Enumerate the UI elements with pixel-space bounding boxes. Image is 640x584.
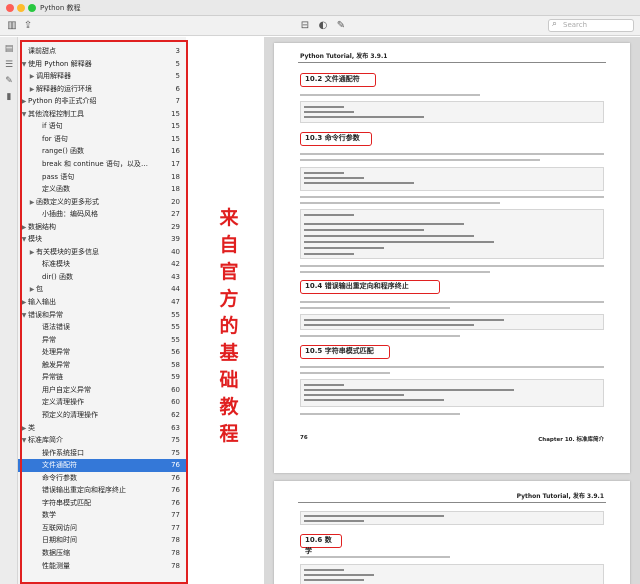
display-mode-icon[interactable]: ◐ xyxy=(316,19,330,32)
page-number: 76 xyxy=(300,435,308,441)
window-title: Python 教程 xyxy=(40,4,81,12)
bookmarks-icon[interactable]: ▮ xyxy=(3,91,15,103)
section-heading[interactable]: 10.5 字符串模式匹配 xyxy=(300,345,390,359)
thumbnails-icon[interactable]: ▤ xyxy=(3,43,15,55)
annotation-char: 来 xyxy=(219,207,239,229)
section-heading[interactable]: 10.4 错误输出重定向和程序终止 xyxy=(300,280,440,294)
zoom-out-icon[interactable]: ⊟ xyxy=(298,19,312,32)
close-window-icon[interactable] xyxy=(6,4,14,12)
page-header: Python Tutorial, 发布 3.9.1 xyxy=(516,493,604,500)
toolbar: ▥ ⇪ ⊟ ◐ ✎ ⌕ Search xyxy=(0,16,640,36)
annotation-char: 程 xyxy=(219,423,239,445)
annotations-icon[interactable]: ✎ xyxy=(3,75,15,87)
pdf-page-76: Python Tutorial, 发布 3.9.1 10.2 文件通配符 10.… xyxy=(274,43,630,473)
highlight-frame xyxy=(20,40,188,584)
chapter-footer: Chapter 10. 标准库简介 xyxy=(538,437,604,443)
annotation-text: 来自官方的基础教程 xyxy=(212,205,246,448)
annotation-char: 础 xyxy=(219,369,239,391)
markup-icon[interactable]: ✎ xyxy=(334,19,348,32)
page-header: Python Tutorial, 发布 3.9.1 xyxy=(300,53,388,60)
section-heading[interactable]: 10.6 数学 xyxy=(300,534,342,555)
pdf-page-77: Python Tutorial, 发布 3.9.1 10.6 数学 xyxy=(274,481,630,584)
annotation-char: 基 xyxy=(219,342,239,364)
toc-icon[interactable]: ☰ xyxy=(3,59,15,71)
section-heading[interactable]: 10.3 命令行参数 xyxy=(300,132,372,146)
section-heading[interactable]: 10.2 文件通配符 xyxy=(300,73,376,87)
minimize-window-icon[interactable] xyxy=(17,4,25,12)
sidebar-toggle-icon[interactable]: ▥ xyxy=(5,19,19,32)
title-bar: Python 教程 xyxy=(0,0,640,16)
zoom-window-icon[interactable] xyxy=(28,4,36,12)
annotation-char: 的 xyxy=(219,315,239,337)
annotation-char: 官 xyxy=(219,261,239,283)
search-icon: ⌕ xyxy=(552,19,558,29)
sidebar-mode-strip: ▤ ☰ ✎ ▮ xyxy=(0,37,18,584)
annotation-char: 方 xyxy=(219,288,239,310)
search-placeholder: Search xyxy=(563,21,588,29)
search-input[interactable]: ⌕ Search xyxy=(548,19,634,32)
annotation-char: 自 xyxy=(219,234,239,256)
share-icon[interactable]: ⇪ xyxy=(21,19,35,32)
document-view[interactable]: Python Tutorial, 发布 3.9.1 10.2 文件通配符 10.… xyxy=(264,37,640,584)
annotation-char: 教 xyxy=(219,396,239,418)
